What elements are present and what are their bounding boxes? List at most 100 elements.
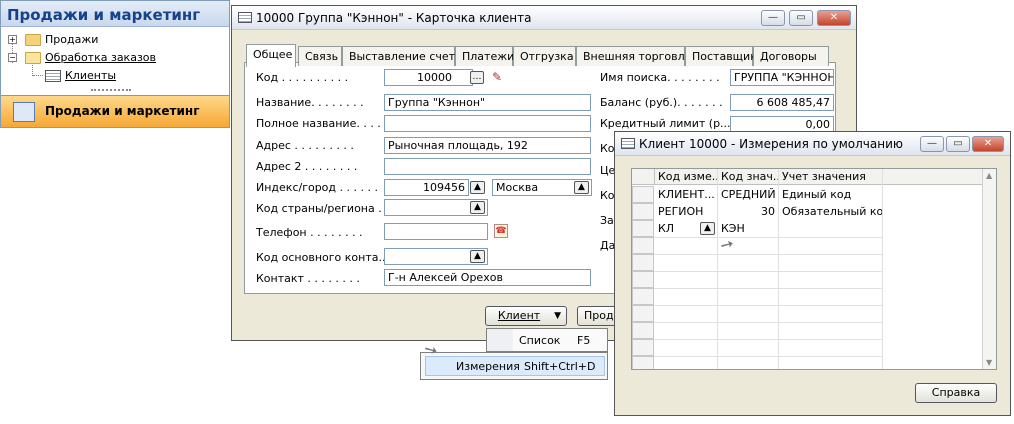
vertical-scrollbar[interactable]: ▲ ▼ [982,169,996,369]
scroll-up-icon[interactable]: ▲ [986,171,992,180]
menu-item-list[interactable]: Список F5 [519,334,609,347]
search-name-field[interactable]: ГРУППА "КЭННОН" [730,69,834,86]
collapse-icon[interactable]: − [8,53,17,62]
minimize-button[interactable]: — [920,136,944,152]
tab-payments[interactable]: Платежи [455,46,514,66]
customer-card-titlebar: 10000 Группа "Кэннон" - Карточка клиента… [232,6,856,30]
tab-communication[interactable]: Связь [298,46,342,66]
row-selector[interactable] [632,203,654,220]
column-header-value-posting[interactable]: Учет значения [779,169,883,185]
tab-contracts[interactable]: Договоры [753,46,829,66]
tree-item-label: Клиенты [65,69,117,82]
row-selector[interactable] [632,322,654,339]
navigation-tree: + Продажи − Обработка заказов Клиенты [7,31,227,85]
table-cell[interactable]: Обязательный код [779,204,882,219]
tree-item-label: Обработка заказов [45,51,157,64]
grid-corner [632,169,655,185]
column-header-dimension-value[interactable]: Код знач... [718,169,779,185]
open-folder-icon [25,52,41,64]
address-field[interactable]: Рыночная площадь, 192 [384,137,591,154]
postcode-city-label: Индекс/город . . . . . . [256,181,378,194]
maximize-button[interactable]: ▭ [946,136,970,152]
window-form-icon [238,12,252,23]
truncated-label: За [600,214,614,227]
client-menu-button[interactable]: Клиент ▼ [485,306,567,326]
full-name-label: Полное название. . . . . [256,117,388,130]
table-cell[interactable] [779,221,882,236]
nav-button-label: Продажи и маркетинг [45,104,200,118]
postcode-field[interactable]: 109456 [384,179,469,196]
contact-field[interactable]: Г-н Алексей Орехов [384,269,591,286]
nav-button-sales-marketing[interactable]: Продажи и маркетинг [1,95,229,127]
address-label: Адрес . . . . . . . . . [256,139,354,152]
truncated-label: Ко [600,142,615,155]
column-header-empty [883,169,983,185]
default-dimensions-window: Клиент 10000 - Измерения по умолчанию — … [614,131,1011,416]
row-selector[interactable] [632,254,654,271]
help-button[interactable]: Справка [915,383,997,403]
client-menu-highlight: Измерения Shift+Ctrl+D [420,352,608,380]
row-selector[interactable] [632,186,654,203]
postcode-lookup-arrow-icon[interactable]: ▲ [470,181,485,194]
tree-item-label: Продажи [45,33,99,46]
tab-shipping[interactable]: Отгрузка [513,46,576,66]
phone-field[interactable] [384,223,488,240]
row-selector[interactable] [632,220,654,237]
tab-general[interactable]: Общее [246,44,296,67]
tree-item-sales[interactable]: + Продажи [7,31,227,49]
tab-invoicing[interactable]: Выставление счета [342,46,462,66]
table-cell[interactable]: КЭН [718,221,778,236]
navigation-pane: Продажи и маркетинг + Продажи − Обработк… [0,0,230,128]
tree-item-order-processing[interactable]: − Обработка заказов [7,49,227,67]
code-field[interactable]: 10000 [384,69,473,86]
window-title: Клиент 10000 - Измерения по умолчанию [639,137,903,151]
list-form-icon [45,70,61,82]
client-menu: Список F5 [486,328,608,352]
balance-label: Баланс (руб.). . . . . . . [600,96,723,109]
balance-field[interactable]: 6 608 485,47 [730,94,834,111]
row-selector[interactable] [632,339,654,356]
dimensions-grid: Код изме... Код знач... Учет значения ▲ … [631,168,997,370]
menu-item-shortcut: F5 [577,334,591,347]
table-cell[interactable]: 30 [718,204,778,219]
row-selector[interactable] [632,356,654,369]
close-button[interactable]: ✕ [972,136,1004,152]
lookup-arrow-icon[interactable]: ▲ [700,222,715,235]
city-lookup-arrow-icon[interactable]: ▲ [574,181,589,194]
tab-foreign-trade[interactable]: Внешняя торговля [576,46,691,66]
contact-label: Контакт . . . . . . . . [256,272,360,285]
folder-icon [25,34,41,46]
phone-dial-icon[interactable]: ☎ [494,224,508,238]
phone-label: Телефон . . . . . . . . [256,226,363,239]
table-cell[interactable]: РЕГИОН [655,204,717,219]
address2-field[interactable] [384,158,591,175]
sales-marketing-icon [13,102,35,122]
name-label: Название. . . . . . . . [256,96,364,109]
menu-item-dimensions[interactable]: Измерения Shift+Ctrl+D [425,356,605,376]
full-name-field[interactable] [384,115,591,132]
row-selector[interactable] [632,305,654,322]
navigation-pane-title: Продажи и маркетинг [1,1,229,27]
dimensions-titlebar: Клиент 10000 - Измерения по умолчанию — … [615,132,1010,156]
table-cell[interactable]: СРЕДНИЙ [718,187,778,202]
tree-item-customers[interactable]: Клиенты [7,65,227,85]
row-selector[interactable] [632,237,654,254]
search-name-label: Имя поиска. . . . . . . . [600,71,720,84]
row-selector[interactable] [632,271,654,288]
expand-icon[interactable]: + [8,35,17,44]
tab-vendor[interactable]: Поставщик [685,46,757,66]
primary-contact-lookup-arrow-icon[interactable]: ▲ [470,250,485,263]
minimize-button[interactable]: — [761,10,785,26]
name-field[interactable]: Группа "Кэннон" [384,94,591,111]
column-header-dimension-code[interactable]: Код изме... [655,169,718,185]
table-cell[interactable]: КЛИЕНТ... [655,187,717,202]
row-selector[interactable] [632,288,654,305]
table-cell[interactable]: Единый код [779,187,882,202]
close-button[interactable]: ✕ [817,10,851,26]
country-lookup-arrow-icon[interactable]: ▲ [470,201,485,214]
edit-pencil-icon[interactable]: ✎ [492,70,506,85]
scroll-down-icon[interactable]: ▼ [986,358,992,367]
lookup-button[interactable]: … [470,71,484,84]
maximize-button[interactable]: ▭ [789,10,813,26]
menu-item-label: Список [519,334,561,347]
